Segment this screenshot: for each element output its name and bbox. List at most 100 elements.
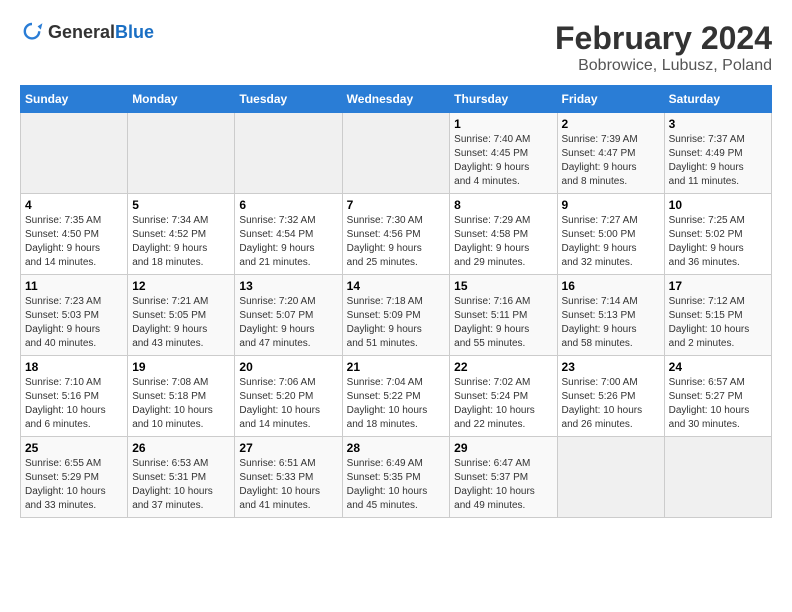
location: Bobrowice, Lubusz, Poland — [555, 57, 772, 75]
day-info: Sunrise: 6:49 AM Sunset: 5:35 PM Dayligh… — [347, 457, 446, 513]
day-info: Sunrise: 7:35 AM Sunset: 4:50 PM Dayligh… — [25, 214, 123, 270]
calendar-cell: 15 Sunrise: 7:16 AM Sunset: 5:11 PM Dayli… — [450, 275, 557, 356]
day-info: Sunrise: 6:57 AM Sunset: 5:27 PM Dayligh… — [669, 376, 767, 432]
day-number: 4 — [25, 198, 123, 212]
calendar-cell: 22 Sunrise: 7:02 AM Sunset: 5:24 PM Dayli… — [450, 356, 557, 437]
day-info: Sunrise: 7:34 AM Sunset: 4:52 PM Dayligh… — [132, 214, 230, 270]
calendar-cell: 23Sunrise: 7:00 AM Sunset: 5:26 PM Dayli… — [557, 356, 664, 437]
calendar-cell: 11 Sunrise: 7:23 AM Sunset: 5:03 PM Dayli… — [21, 275, 128, 356]
calendar-cell: 7Sunrise: 7:30 AM Sunset: 4:56 PM Daylig… — [342, 194, 450, 275]
calendar-cell — [342, 113, 450, 194]
calendar-cell: 29 Sunrise: 6:47 AM Sunset: 5:37 PM Dayli… — [450, 437, 557, 518]
calendar-cell: 19Sunrise: 7:08 AM Sunset: 5:18 PM Dayli… — [128, 356, 235, 437]
week-row-3: 11 Sunrise: 7:23 AM Sunset: 5:03 PM Dayli… — [21, 275, 772, 356]
day-number: 14 — [347, 279, 446, 293]
day-number: 25 — [25, 441, 123, 455]
month-title: February 2024 — [555, 20, 772, 57]
calendar-cell — [664, 437, 771, 518]
column-header-sunday: Sunday — [21, 86, 128, 113]
day-info: Sunrise: 7:06 AM Sunset: 5:20 PM Dayligh… — [239, 376, 337, 432]
day-info: Sunrise: 7:27 AM Sunset: 5:00 PM Dayligh… — [562, 214, 660, 270]
calendar-cell: 18 Sunrise: 7:10 AM Sunset: 5:16 PM Dayli… — [21, 356, 128, 437]
day-info: Sunrise: 7:40 AM Sunset: 4:45 PM Dayligh… — [454, 133, 552, 189]
calendar-cell: 8 Sunrise: 7:29 AM Sunset: 4:58 PM Daylig… — [450, 194, 557, 275]
day-number: 20 — [239, 360, 337, 374]
calendar-cell: 14 Sunrise: 7:18 AM Sunset: 5:09 PM Dayli… — [342, 275, 450, 356]
logo: GeneralBlue — [20, 20, 154, 44]
calendar-cell: 3 Sunrise: 7:37 AM Sunset: 4:49 PM Daylig… — [664, 113, 771, 194]
day-info: Sunrise: 7:23 AM Sunset: 5:03 PM Dayligh… — [25, 295, 123, 351]
calendar-cell: 10Sunrise: 7:25 AM Sunset: 5:02 PM Dayli… — [664, 194, 771, 275]
logo-text: GeneralBlue — [48, 22, 154, 43]
calendar-cell — [557, 437, 664, 518]
day-number: 11 — [25, 279, 123, 293]
calendar-cell: 4 Sunrise: 7:35 AM Sunset: 4:50 PM Daylig… — [21, 194, 128, 275]
header: GeneralBlue February 2024 Bobrowice, Lub… — [20, 20, 772, 75]
calendar-cell: 9 Sunrise: 7:27 AM Sunset: 5:00 PM Daylig… — [557, 194, 664, 275]
calendar-cell: 16Sunrise: 7:14 AM Sunset: 5:13 PM Dayli… — [557, 275, 664, 356]
calendar-cell: 12Sunrise: 7:21 AM Sunset: 5:05 PM Dayli… — [128, 275, 235, 356]
calendar-cell: 27 Sunrise: 6:51 AM Sunset: 5:33 PM Dayli… — [235, 437, 342, 518]
calendar-cell: 1 Sunrise: 7:40 AM Sunset: 4:45 PM Daylig… — [450, 113, 557, 194]
day-info: Sunrise: 6:51 AM Sunset: 5:33 PM Dayligh… — [239, 457, 337, 513]
day-info: Sunrise: 7:16 AM Sunset: 5:11 PM Dayligh… — [454, 295, 552, 351]
day-number: 3 — [669, 117, 767, 131]
day-number: 24 — [669, 360, 767, 374]
day-info: Sunrise: 6:47 AM Sunset: 5:37 PM Dayligh… — [454, 457, 552, 513]
day-number: 8 — [454, 198, 552, 212]
week-row-5: 25 Sunrise: 6:55 AM Sunset: 5:29 PM Dayli… — [21, 437, 772, 518]
day-info: Sunrise: 7:37 AM Sunset: 4:49 PM Dayligh… — [669, 133, 767, 189]
day-number: 17 — [669, 279, 767, 293]
day-number: 16 — [562, 279, 660, 293]
calendar-cell: 21Sunrise: 7:04 AM Sunset: 5:22 PM Dayli… — [342, 356, 450, 437]
day-info: Sunrise: 7:12 AM Sunset: 5:15 PM Dayligh… — [669, 295, 767, 351]
day-number: 27 — [239, 441, 337, 455]
day-info: Sunrise: 7:21 AM Sunset: 5:05 PM Dayligh… — [132, 295, 230, 351]
column-header-tuesday: Tuesday — [235, 86, 342, 113]
day-number: 13 — [239, 279, 337, 293]
day-info: Sunrise: 7:02 AM Sunset: 5:24 PM Dayligh… — [454, 376, 552, 432]
calendar-cell: 26 Sunrise: 6:53 AM Sunset: 5:31 PM Dayli… — [128, 437, 235, 518]
day-info: Sunrise: 7:30 AM Sunset: 4:56 PM Dayligh… — [347, 214, 446, 270]
day-info: Sunrise: 7:18 AM Sunset: 5:09 PM Dayligh… — [347, 295, 446, 351]
calendar-cell — [128, 113, 235, 194]
calendar-cell: 13Sunrise: 7:20 AM Sunset: 5:07 PM Dayli… — [235, 275, 342, 356]
day-info: Sunrise: 6:53 AM Sunset: 5:31 PM Dayligh… — [132, 457, 230, 513]
day-number: 22 — [454, 360, 552, 374]
calendar-cell — [235, 113, 342, 194]
calendar-cell: 17 Sunrise: 7:12 AM Sunset: 5:15 PM Dayli… — [664, 275, 771, 356]
calendar-cell: 20 Sunrise: 7:06 AM Sunset: 5:20 PM Dayli… — [235, 356, 342, 437]
week-row-1: 1 Sunrise: 7:40 AM Sunset: 4:45 PM Daylig… — [21, 113, 772, 194]
calendar-cell: 2 Sunrise: 7:39 AM Sunset: 4:47 PM Daylig… — [557, 113, 664, 194]
week-row-4: 18 Sunrise: 7:10 AM Sunset: 5:16 PM Dayli… — [21, 356, 772, 437]
column-header-monday: Monday — [128, 86, 235, 113]
day-number: 15 — [454, 279, 552, 293]
day-number: 28 — [347, 441, 446, 455]
column-header-saturday: Saturday — [664, 86, 771, 113]
column-header-wednesday: Wednesday — [342, 86, 450, 113]
day-number: 6 — [239, 198, 337, 212]
day-info: Sunrise: 6:55 AM Sunset: 5:29 PM Dayligh… — [25, 457, 123, 513]
calendar-cell: 24 Sunrise: 6:57 AM Sunset: 5:27 PM Dayli… — [664, 356, 771, 437]
day-number: 18 — [25, 360, 123, 374]
column-headers: SundayMondayTuesdayWednesdayThursdayFrid… — [21, 86, 772, 113]
day-info: Sunrise: 7:32 AM Sunset: 4:54 PM Dayligh… — [239, 214, 337, 270]
calendar-cell: 28 Sunrise: 6:49 AM Sunset: 5:35 PM Dayli… — [342, 437, 450, 518]
day-number: 26 — [132, 441, 230, 455]
calendar-cell: 6 Sunrise: 7:32 AM Sunset: 4:54 PM Daylig… — [235, 194, 342, 275]
logo-blue: Blue — [115, 22, 154, 42]
day-info: Sunrise: 7:39 AM Sunset: 4:47 PM Dayligh… — [562, 133, 660, 189]
day-info: Sunrise: 7:10 AM Sunset: 5:16 PM Dayligh… — [25, 376, 123, 432]
day-number: 2 — [562, 117, 660, 131]
logo-icon — [20, 20, 44, 44]
day-info: Sunrise: 7:08 AM Sunset: 5:18 PM Dayligh… — [132, 376, 230, 432]
day-number: 9 — [562, 198, 660, 212]
calendar-cell — [21, 113, 128, 194]
week-row-2: 4 Sunrise: 7:35 AM Sunset: 4:50 PM Daylig… — [21, 194, 772, 275]
day-number: 21 — [347, 360, 446, 374]
day-number: 5 — [132, 198, 230, 212]
day-number: 29 — [454, 441, 552, 455]
calendar-cell: 5 Sunrise: 7:34 AM Sunset: 4:52 PM Daylig… — [128, 194, 235, 275]
day-info: Sunrise: 7:29 AM Sunset: 4:58 PM Dayligh… — [454, 214, 552, 270]
day-number: 1 — [454, 117, 552, 131]
